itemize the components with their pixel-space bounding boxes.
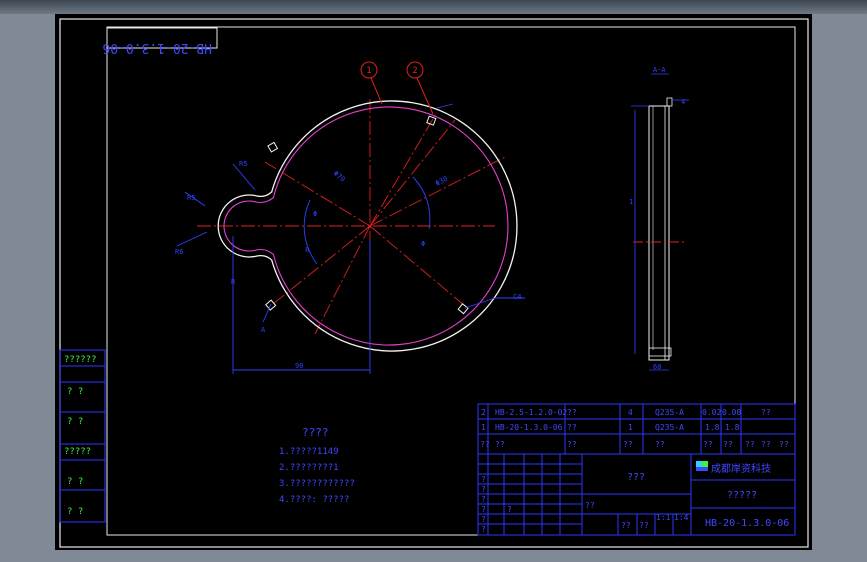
tb-small-7: ? (507, 505, 512, 514)
parts-row1-material: Q235-A (655, 408, 684, 417)
parts-header-9: ?? (761, 440, 771, 449)
parts-row1-name: ?? (567, 408, 577, 417)
company-name: 成都岸资科技 (711, 462, 771, 475)
parts-row1-no: 2 (481, 408, 486, 417)
parts-header-2: ?? (495, 440, 505, 449)
drawing-title: ????? (727, 490, 757, 501)
inner-border (106, 26, 796, 536)
parts-header-4: ?? (623, 440, 633, 449)
parts-row1-w1: 0.02 (702, 408, 721, 417)
dim-10: 90 (295, 362, 303, 370)
parts-row2-w1: 1.8 (705, 423, 720, 432)
parts-row2-no: 1 (481, 423, 486, 432)
parts-row2-code: HB-20-1.3.0-06 (495, 423, 563, 432)
tb-small-4: ? (481, 505, 486, 514)
window-top-bar (0, 0, 867, 14)
balloon-1: 1 (366, 66, 371, 76)
tb-cell-2: ?? (621, 521, 631, 530)
dim-8: 8 (305, 246, 309, 254)
parts-row1-code: HB-2.5-1.2.0-02 (495, 408, 567, 417)
parts-row1-qty: 4 (628, 408, 633, 417)
parts-row2-name: ?? (567, 423, 577, 432)
tb-small-1: ? (481, 475, 486, 484)
dim-3: Φ70 (332, 169, 347, 183)
drawing-canvas[interactable]: ?????? ? ? ? ? ????? ? ? ? ? HB-20-1.3.0… (55, 14, 812, 550)
section-dim-2: 4 (681, 98, 685, 106)
dim-leader-c: C4 (513, 293, 521, 301)
dim-4: Φ30 (434, 175, 449, 188)
tb-small-6: ? (481, 525, 486, 534)
main-view: 1 2 R5 R6 Φ70 Φ30 R5 Φ Φ 8 R 90 C4 A (175, 61, 525, 374)
parts-row2-material: Q235-A (655, 423, 684, 432)
note-line-1: 1.?????1149 (279, 447, 339, 457)
drawing-number-rotated: HB-20-1.3.0-06 (102, 40, 212, 55)
section-label: A-A (653, 66, 666, 74)
dim-6: Φ (313, 210, 317, 218)
section-marker-left: A (261, 326, 266, 334)
dim-7: Φ (421, 240, 425, 248)
tb-small-5: ? (481, 515, 486, 524)
parts-header-6: ?? (703, 440, 713, 449)
parts-row2-qty: 1 (628, 423, 633, 432)
parts-header-3: ?? (567, 440, 577, 449)
dim-5: R5 (239, 160, 247, 168)
company-logo (696, 461, 708, 471)
note-line-2: 2.????????1 (279, 463, 339, 473)
dim-9: R (231, 278, 236, 286)
left-strip-text-3: ? ? (67, 417, 83, 427)
dim-2: R6 (175, 248, 183, 256)
left-strip-text-2: ? ? (67, 387, 83, 397)
balloon-2: 2 (412, 66, 417, 76)
tb-cell-5: 1:4 (674, 513, 689, 522)
note-line-3: 3.???????????? (279, 479, 355, 489)
part-name: ??? (627, 472, 645, 483)
tb-cell-1: ?? (585, 501, 595, 510)
tb-cell-3: ?? (639, 521, 649, 530)
notes-title: ???? (302, 426, 329, 439)
left-strip-text-6: ? ? (67, 507, 83, 517)
drawing-number: HB-20-1.3.0-06 (705, 518, 789, 529)
tb-cell-4: 1:1 (656, 513, 671, 522)
left-strip (59, 349, 106, 523)
parts-row2-w2: 1.8 (725, 423, 740, 432)
parts-row1-note: ?? (761, 408, 771, 417)
section-view: A-A 1 4 60 (629, 66, 689, 371)
left-strip-text-1: ?????? (64, 355, 97, 365)
parts-header-8: ?? (745, 440, 755, 449)
outer-border (59, 18, 809, 548)
parts-header-1: ?? (480, 440, 490, 449)
drawing-svg: ?????? ? ? ? ? ????? ? ? ? ? HB-20-1.3.0… (59, 18, 809, 548)
tb-small-2: ? (481, 485, 486, 494)
section-dim-1: 1 (629, 198, 633, 206)
tb-small-3: ? (481, 495, 486, 504)
note-line-4: 4.????: ????? (279, 495, 349, 505)
parts-row1-w2: 0.08 (722, 408, 741, 417)
left-strip-text-4: ????? (64, 447, 91, 457)
parts-header-7: ?? (723, 440, 733, 449)
parts-header-5: ?? (655, 440, 665, 449)
dim-1: R5 (187, 194, 195, 202)
parts-header-10: ?? (779, 440, 789, 449)
cad-window: ?????? ? ? ? ? ????? ? ? ? ? HB-20-1.3.0… (0, 0, 867, 562)
section-dim-3: 60 (653, 363, 661, 371)
left-strip-text-5: ? ? (67, 477, 83, 487)
